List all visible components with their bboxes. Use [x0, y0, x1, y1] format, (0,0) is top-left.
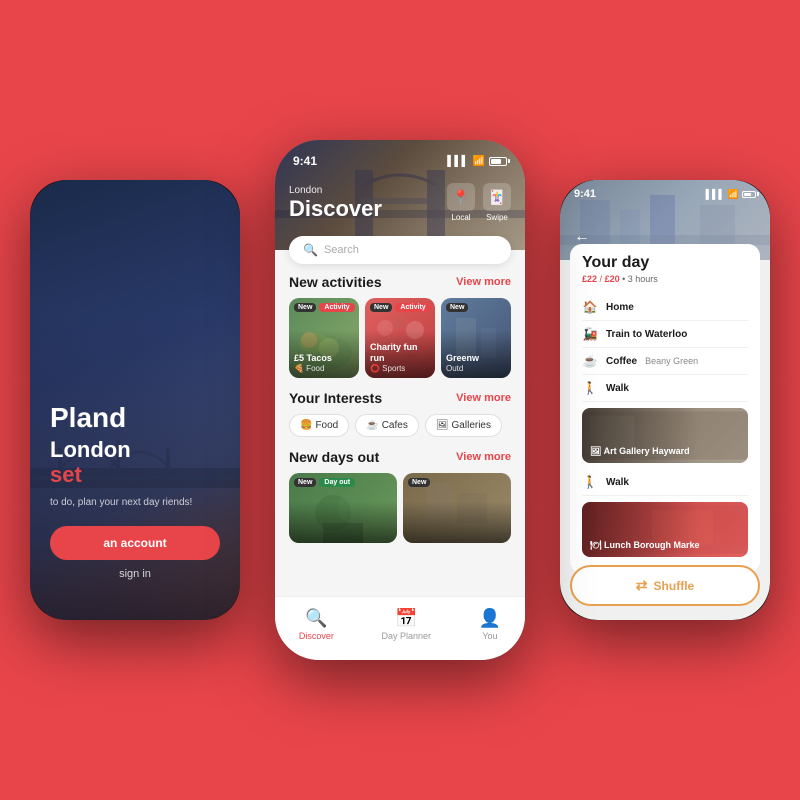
right-status-time: 9:41 — [574, 188, 596, 200]
phone-mid: 9:41 ▌▌▌ 📶 London Discover 📍 Local — [275, 140, 525, 660]
day-title: Your day — [582, 254, 748, 272]
day-card-1[interactable]: New Day out — [289, 473, 397, 543]
itinerary-walk-2: 🚶 Walk — [582, 469, 748, 496]
swipe-button[interactable]: 🃏 Swipe — [483, 183, 511, 222]
activity-greenw-name: Greenw — [446, 353, 506, 364]
itinerary-coffee-label: Coffee — [606, 356, 637, 367]
interests-section-title: Your Interests — [289, 390, 382, 406]
walk-icon-2: 🚶 — [582, 475, 598, 489]
itinerary-coffee-sub: Beany Green — [645, 356, 698, 366]
itinerary-lunch-card[interactable]: 🍽 Lunch Borough Marke — [582, 502, 748, 557]
mid-city: London — [289, 185, 382, 196]
day-card-2[interactable]: New — [403, 473, 511, 543]
activity-funrun-cat: ⭕ Sports — [370, 364, 430, 373]
sign-in-link[interactable]: sign in — [50, 568, 220, 580]
home-icon: 🏠 — [582, 300, 598, 314]
itinerary-train-label: Train to Waterloo — [606, 329, 687, 340]
coffee-icon: ☕ — [582, 354, 598, 368]
activity-card-funrun[interactable]: New Activity Charity fun run ⭕ Sports — [365, 298, 435, 378]
create-account-button[interactable]: an account — [50, 526, 220, 560]
activity-taco-cat: 🍕 Food — [294, 364, 354, 373]
tab-day-planner[interactable]: 📅 Day Planner — [382, 608, 432, 641]
search-placeholder: Search — [324, 244, 359, 256]
itinerary-train: 🚂 Train to Waterloo — [582, 321, 748, 348]
phone-right: 9:41 ▌▌▌ 📶 ← Your day £22 / £20 • 3 hour… — [560, 180, 770, 620]
badge-new-2: New — [370, 303, 392, 312]
train-icon: 🚂 — [582, 327, 598, 341]
badge-activity-2: Activity — [395, 303, 430, 312]
interests-view-more[interactable]: View more — [456, 392, 511, 404]
itinerary-home: 🏠 Home — [582, 294, 748, 321]
phone-left: Pland London set to do, plan your next d… — [30, 180, 240, 620]
tab-discover[interactable]: 🔍 Discover — [299, 608, 334, 641]
interest-galleries[interactable]: 🖼Galleries — [425, 414, 502, 437]
itinerary-walk2-label: Walk — [606, 477, 629, 488]
search-icon: 🔍 — [303, 243, 318, 257]
itinerary-walk-1: 🚶 Walk — [582, 375, 748, 402]
tab-bar: 🔍 Discover 📅 Day Planner 👤 You — [275, 596, 525, 660]
activities-view-more[interactable]: View more — [456, 276, 511, 288]
days-view-more[interactable]: View more — [456, 451, 511, 463]
day-badge-new-2: New — [408, 478, 430, 487]
walk-icon-1: 🚶 — [582, 381, 598, 395]
itinerary-list: 🏠 Home 🚂 Train to Waterloo ☕ Coffee Bean… — [582, 294, 748, 563]
days-section-title: New days out — [289, 449, 379, 465]
day-badge-dayout: Day out — [319, 478, 355, 487]
left-description: to do, plan your next day riends! — [50, 496, 220, 510]
shuffle-icon: ⇄ — [636, 577, 648, 594]
itinerary-gallery-card[interactable]: 🖼 Art Gallery Hayward — [582, 408, 748, 463]
activity-card-tacos[interactable]: New Activity £5 Tacos 🍕 Food — [289, 298, 359, 378]
mid-status-time: 9:41 — [293, 154, 317, 168]
day-meta: £22 / £20 • 3 hours — [582, 274, 748, 284]
activity-taco-name: £5 Tacos — [294, 353, 354, 364]
shuffle-button[interactable]: ⇄ Shuffle — [570, 565, 760, 606]
activity-card-greenw[interactable]: New Greenw Outd — [441, 298, 511, 378]
badge-activity: Activity — [319, 303, 354, 312]
badge-new-3: New — [446, 303, 468, 312]
itinerary-walk1-label: Walk — [606, 383, 629, 394]
interest-food[interactable]: 🍔Food — [289, 414, 349, 437]
itinerary-home-label: Home — [606, 302, 634, 313]
mid-discover-title: Discover — [289, 196, 382, 222]
interest-cafes[interactable]: ☕Cafes — [355, 414, 419, 437]
itinerary-coffee: ☕ Coffee Beany Green — [582, 348, 748, 375]
day-badge-new: New — [294, 478, 316, 487]
gallery-card-label: 🖼 Art Gallery Hayward — [590, 446, 690, 457]
left-app-title: Pland — [50, 403, 220, 434]
local-button[interactable]: 📍 Local — [447, 183, 475, 222]
activities-section-title: New activities — [289, 274, 382, 290]
tab-you[interactable]: 👤 You — [479, 608, 501, 641]
search-bar[interactable]: 🔍 Search — [289, 236, 511, 264]
shuffle-label: Shuffle — [654, 579, 695, 593]
activity-funrun-name: Charity fun run — [370, 342, 430, 364]
lunch-card-label: 🍽 Lunch Borough Marke — [590, 540, 699, 551]
left-subtitle: set — [50, 462, 220, 488]
activity-greenw-cat: Outd — [446, 364, 506, 373]
day-summary-card: Your day £22 / £20 • 3 hours 🏠 Home 🚂 Tr… — [570, 244, 760, 573]
badge-new: New — [294, 303, 316, 312]
